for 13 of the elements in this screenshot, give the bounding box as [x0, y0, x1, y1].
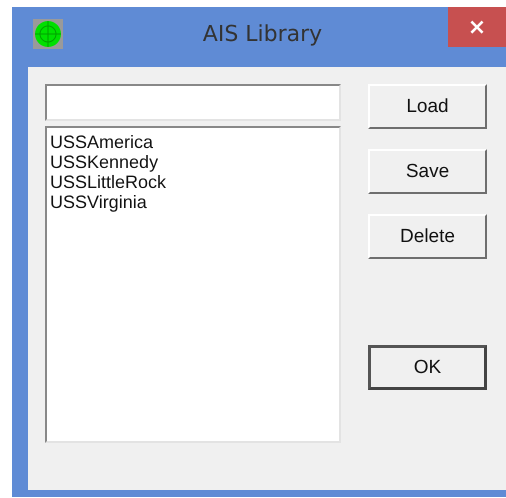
dialog-button[interactable]: Delete [368, 214, 487, 259]
radar-icon [33, 19, 63, 49]
list-item[interactable]: USSVirginia [50, 192, 147, 212]
dialog-button[interactable]: Load [368, 84, 487, 129]
name-field[interactable] [45, 84, 341, 121]
list-item[interactable]: USSLittleRock [50, 172, 166, 192]
dialog-button[interactable]: Save [368, 149, 487, 194]
close-button[interactable]: × [448, 7, 506, 47]
list-item[interactable]: USSAmerica [50, 132, 154, 152]
ship-list[interactable]: USSAmerica USSKennedy USSLittleRock USSVirginia [45, 126, 341, 443]
window-title: AIS Library [202, 22, 322, 47]
dialog-button[interactable]: OK [368, 345, 487, 390]
list-item[interactable]: USSKennedy [50, 152, 158, 172]
